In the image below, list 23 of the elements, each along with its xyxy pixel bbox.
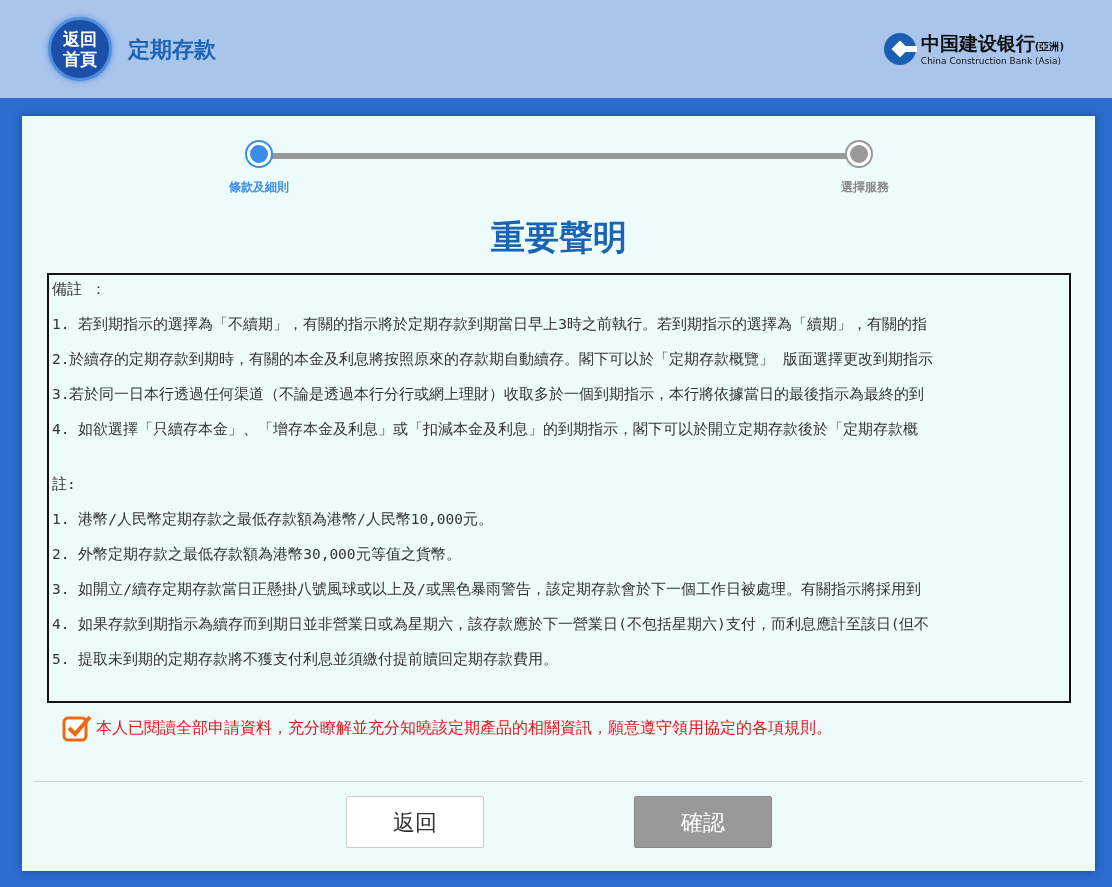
note-line: 2. 外幣定期存款之最低存款額為港幣30,000元等值之貨幣。 (52, 545, 462, 564)
note-line: 2.於續存的定期存款到期時，有關的本金及利息將按照原來的存款期自動續存。閣下可以於「定期存款概覽」 版面選擇更改到期指示 (52, 350, 935, 369)
note-line: 1. 若到期指示的選擇為「不續期」，有關的指示將於定期存款到期當日早上3時之前執行。若到期指示的選擇為「續期」，有關的指 (52, 315, 928, 334)
section-title: 註: (52, 475, 77, 494)
home-button[interactable]: 返回首頁 (48, 17, 112, 81)
bank-name: 中国建设银行 (920, 31, 1035, 54)
note-line: 5. 提取未到期的定期存款將不獲支付利息並須繳付提前贖回定期存款費用。 (52, 650, 560, 669)
agreement-text: 本人已閱讀全部申請資料，充分瞭解並充分知曉該定期產品的相關資訊，願意遵守領用協定的各項規則。 (96, 717, 832, 739)
checkbox[interactable] (62, 713, 92, 743)
bank-region: (亞洲) (1034, 40, 1064, 52)
back-button[interactable]: 返回 (345, 796, 484, 848)
heading: 重要聲明 (489, 216, 628, 259)
bank-english-name: China Construction Bank (Asia) (920, 56, 1062, 66)
note-line: 3. 如開立/續存定期存款當日正懸掛八號風球或以上及/或黑色暴雨警告，該定期存款會於下一個工作日被處理。有關指示將採用到 (52, 580, 922, 599)
step-label: 選擇服務 (840, 179, 889, 196)
note-line: 1. 港幣/人民幣定期存款之最低存款額為港幣/人民幣10,000元。 (52, 510, 495, 529)
section-title: 備註 ： (52, 280, 107, 299)
note-line: 4. 如欲選擇「只續存本金」、「增存本金及利息」或「扣減本金及利息」的到期指示，閣下可以於開立定期存款後於「定期存款概 (52, 420, 920, 439)
note-line: 3.若於同一日本行透過任何渠道（不論是透過本行分行或網上理財）收取多於一個到期指示，本行將依據當日的最後指示為最終的到 (52, 385, 926, 404)
bank-logo-icon (882, 32, 917, 66)
note-line: 4. 如果存款到期指示為續存而到期日並非營業日或為星期六，該存款應於下一營業日(不包括星期六)支付，而利息應計至該日(但不 (52, 615, 931, 634)
step-label: 條款及細則 (228, 179, 289, 196)
page-title: 定期存款 (128, 35, 216, 64)
